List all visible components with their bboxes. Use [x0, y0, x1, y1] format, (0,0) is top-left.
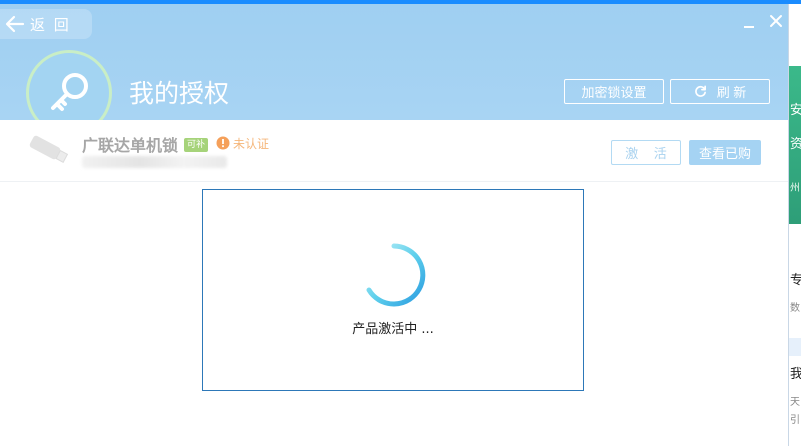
activate-button[interactable]: 激 活 [611, 140, 681, 165]
bg-text: 专 [790, 273, 801, 288]
bg-text: 我 [790, 367, 801, 382]
minimize-icon[interactable] [742, 13, 756, 29]
page-title: 我的授权 [129, 79, 230, 108]
refresh-icon [694, 85, 706, 97]
bg-text: 数 [790, 303, 800, 314]
refresh-button[interactable]: 刷 新 [670, 79, 770, 104]
product-name: 广联达单机锁 [82, 136, 179, 155]
back-button[interactable]: 返 回 [0, 9, 92, 39]
activation-message: 产品激活中 ... [352, 322, 434, 337]
bg-text: 州 [790, 183, 800, 194]
bg-text: 引 [790, 415, 800, 426]
activation-progress-dialog: 产品激活中 ... [202, 189, 584, 391]
certification-status: 未认证 [233, 137, 270, 151]
bg-text: 资 [790, 137, 801, 152]
usb-drive-icon [29, 135, 69, 163]
background-app-green-banner: 安 资 州 [789, 66, 801, 224]
back-button-label: 返 回 [30, 15, 71, 34]
loading-spinner-icon [366, 243, 426, 307]
authorization-window: 返 回 我的授权 加密锁设置 刷 新 广联达单机锁 可补 未认证 激 活 查看已… [0, 4, 789, 446]
product-badge: 可补 [184, 138, 209, 152]
close-icon[interactable] [768, 13, 784, 29]
view-purchased-button[interactable]: 查看已购 [689, 140, 761, 165]
bg-text: 安 [790, 103, 801, 118]
warning-icon [216, 136, 230, 150]
arrow-left-icon [5, 15, 25, 33]
bg-text: 天 [790, 397, 800, 408]
lock-settings-button[interactable]: 加密锁设置 [564, 79, 664, 104]
window-header: 返 回 我的授权 加密锁设置 刷 新 [0, 4, 788, 136]
key-icon [51, 73, 88, 111]
background-app-sliver: 安 资 州 专 数 我 天 引 [789, 4, 801, 446]
bg-highlight [789, 338, 801, 356]
redacted-serial [82, 156, 227, 168]
refresh-button-label: 刷 新 [716, 85, 747, 100]
product-row: 广联达单机锁 可补 未认证 激 活 查看已购 [0, 120, 788, 182]
